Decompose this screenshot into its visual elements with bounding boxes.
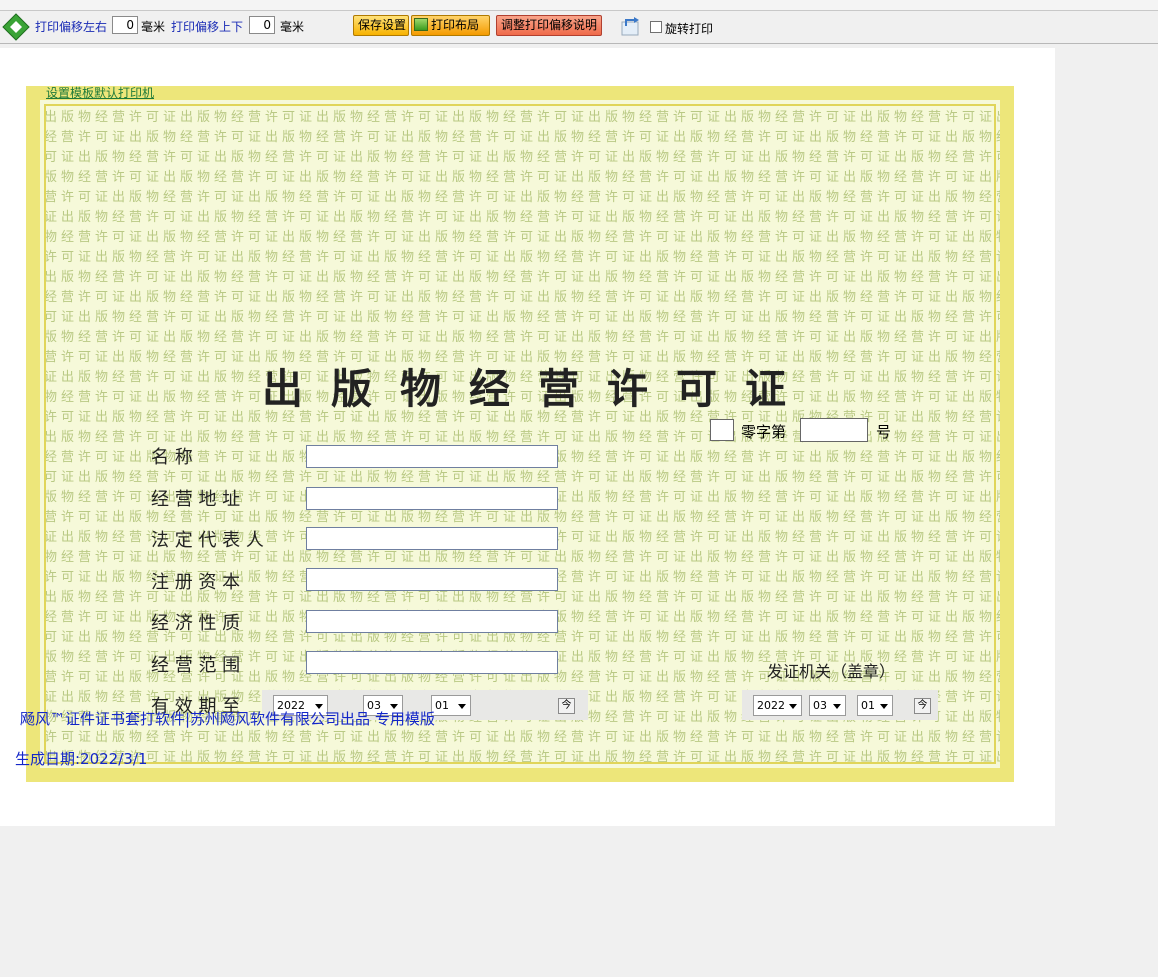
rotate-print-label: 旋转打印 [665,22,714,36]
offset-lr-label: 打印偏移左右 [35,20,108,34]
rotate-icon[interactable] [620,15,642,37]
issue-month-select[interactable]: 03 [809,695,846,716]
save-settings-button[interactable]: 保存设置 [353,15,409,36]
issue-today-button[interactable]: 今 [914,698,931,714]
diamond-arrows-icon[interactable] [2,13,30,41]
economic-nature-field[interactable] [306,610,558,633]
print-layout-button[interactable]: 打印布局 [411,15,490,36]
capital-field[interactable] [306,568,558,591]
validity-today-button[interactable]: 今 [558,698,575,714]
economic-nature-label: 经 济 性 质 [151,613,241,634]
layout-icon [414,18,428,31]
business-scope-label: 经 营 范 围 [151,655,241,676]
address-field[interactable] [306,487,558,510]
name-label: 名 称 [151,447,193,468]
offset-ud-unit: 毫米 [280,20,305,34]
legal-rep-label: 法 定 代 表 人 [151,530,264,551]
generated-date: 生成日期:2022/3/1 [15,750,148,768]
offset-lr-input[interactable]: 0 [112,16,138,34]
hao-label: 号 [876,423,892,441]
issue-year-select[interactable]: 2022 [753,695,802,716]
offset-ud-input[interactable]: 0 [249,16,275,34]
print-toolbar: 打印偏移左右 0 毫米 打印偏移上下 0 毫米 保存设置 打印布局 调整打印偏移… [0,11,1158,44]
offset-lr-unit: 毫米 [141,20,166,34]
offset-ud-label: 打印偏移上下 [171,20,244,34]
print-layout-label: 打印布局 [431,18,480,32]
capital-label: 注 册 资 本 [151,572,241,593]
legal-rep-field[interactable] [306,527,558,550]
validity-day-select[interactable]: 01 [431,695,471,716]
certificate-title: 出版物经营许可证 [262,365,814,413]
watermark-row: 经营许可证出版物经营许可证出版物经营许可证出版物经营许可证出版物经营许可证出版物… [44,766,1000,768]
software-credit: 飏风™证件证书套打软件|苏州飏风软件有限公司出品 专用模版 [20,710,435,728]
prefix-field[interactable] [710,419,734,441]
address-label: 经 营 地 址 [151,489,241,510]
issue-day-select[interactable]: 01 [857,695,893,716]
business-scope-field[interactable] [306,651,558,674]
rotate-print-checkbox[interactable] [650,21,662,33]
name-field[interactable] [306,445,558,468]
top-menu-strip [0,0,1158,11]
set-default-printer-link[interactable]: 设置模板默认打印机 [46,84,154,101]
zero-label: 零字第 [741,423,787,441]
issuing-authority-label: 发证机关（盖章） [767,662,896,681]
license-number-field[interactable] [800,418,868,442]
adjust-offset-help-button[interactable]: 调整打印偏移说明 [496,15,602,36]
